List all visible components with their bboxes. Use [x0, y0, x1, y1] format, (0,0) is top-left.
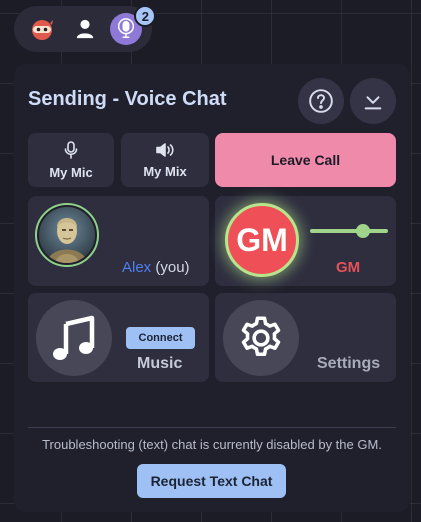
- avatar: [35, 203, 99, 267]
- microphone-icon: [64, 140, 78, 159]
- podcast-icon: [118, 18, 135, 38]
- my-mix-button[interactable]: My Mix: [121, 133, 209, 187]
- gm-volume-slider[interactable]: [310, 224, 388, 238]
- help-button[interactable]: [298, 78, 344, 124]
- settings-card[interactable]: Settings: [215, 293, 396, 382]
- music-note-icon: [53, 315, 95, 360]
- participant-card-alex: Alex (you): [28, 196, 209, 286]
- slider-thumb[interactable]: [356, 224, 371, 238]
- question-icon: [309, 89, 333, 113]
- my-mix-label: My Mix: [143, 163, 187, 179]
- music-label: Music: [137, 355, 183, 372]
- collapse-down-icon: [364, 96, 382, 110]
- voice-chat-button[interactable]: 2: [110, 5, 157, 45]
- my-mic-button[interactable]: My Mic: [28, 133, 114, 187]
- participant-card-gm: GM GM: [215, 196, 396, 286]
- notification-badge: 2: [134, 5, 157, 27]
- ninja-button[interactable]: [24, 11, 60, 47]
- ninja-icon: [31, 20, 53, 40]
- speaker-icon: [156, 142, 174, 157]
- slider-track: [310, 229, 388, 233]
- user-icon: [76, 19, 94, 39]
- request-text-chat-button[interactable]: Request Text Chat: [137, 464, 286, 498]
- gm-avatar: GM: [225, 203, 299, 277]
- my-mic-label: My Mic: [49, 164, 93, 180]
- top-toolbar: 2: [14, 5, 157, 52]
- leave-call-button[interactable]: Leave Call: [215, 133, 396, 187]
- voice-chat-panel: Sending - Voice Chat My Mic My Mix Leave…: [14, 64, 410, 512]
- collapse-button[interactable]: [350, 78, 396, 124]
- gm-name: GM: [336, 259, 361, 276]
- participant-name-text: Alex: [122, 259, 152, 276]
- panel-title: Sending - Voice Chat: [28, 88, 227, 110]
- participant-you-suffix: (you): [155, 259, 190, 276]
- troubleshooting-message: Troubleshooting (text) chat is currently…: [42, 437, 382, 452]
- divider: [28, 427, 396, 428]
- music-avatar: [36, 300, 112, 376]
- music-card: Connect Music: [28, 293, 209, 382]
- portrait-image: [39, 207, 95, 263]
- settings-avatar: [223, 300, 299, 376]
- gear-icon: [241, 316, 281, 357]
- settings-label: Settings: [317, 355, 381, 372]
- music-connect-button[interactable]: Connect: [126, 327, 195, 349]
- participant-name: Alex (you): [122, 259, 190, 276]
- user-button[interactable]: [67, 11, 103, 47]
